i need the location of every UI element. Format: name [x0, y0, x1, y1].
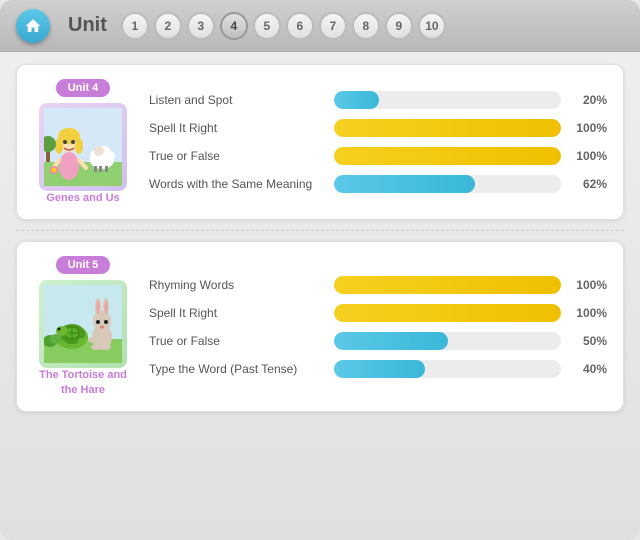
- unit-tab-7[interactable]: 7: [319, 12, 347, 40]
- app-container: Unit 1 2 3 4 5 6 7 8 9 10 Unit 4: [0, 0, 640, 540]
- unit-label: Unit: [68, 14, 107, 37]
- activity-label: Listen and Spot: [149, 93, 324, 107]
- unit-tab-6[interactable]: 6: [286, 12, 314, 40]
- progress-bar-container: [334, 304, 561, 322]
- unit-tab-2[interactable]: 2: [154, 12, 182, 40]
- header: Unit 1 2 3 4 5 6 7 8 9 10: [0, 0, 640, 52]
- home-icon: [24, 17, 42, 35]
- unit4-progress-list: Listen and Spot 20% Spell It Right 100%: [149, 79, 607, 205]
- activity-label: True or False: [149, 149, 324, 163]
- progress-row: Rhyming Words 100%: [149, 276, 607, 294]
- progress-percent: 62%: [571, 177, 607, 191]
- unit5-badge: Unit 5: [56, 256, 111, 274]
- progress-bar: [334, 332, 448, 350]
- activity-label: Spell It Right: [149, 121, 324, 135]
- unit-tab-8[interactable]: 8: [352, 12, 380, 40]
- progress-row: Spell It Right 100%: [149, 119, 607, 137]
- progress-row: Listen and Spot 20%: [149, 91, 607, 109]
- unit5-illustration: [44, 285, 122, 363]
- unit-tab-5[interactable]: 5: [253, 12, 281, 40]
- unit4-image: [39, 103, 127, 191]
- unit4-illustration: [44, 108, 122, 186]
- progress-percent: 100%: [571, 149, 607, 163]
- unit4-badge: Unit 4: [56, 79, 111, 97]
- progress-row: Words with the Same Meaning 62%: [149, 175, 607, 193]
- progress-bar: [334, 147, 561, 165]
- progress-bar: [334, 276, 561, 294]
- progress-row: True or False 50%: [149, 332, 607, 350]
- progress-percent: 100%: [571, 121, 607, 135]
- unit4-card: Unit 4: [16, 64, 624, 220]
- unit4-title: Genes and Us: [46, 191, 119, 205]
- progress-bar-container: [334, 91, 561, 109]
- unit5-info: Unit 5: [33, 256, 133, 397]
- unit5-title: The Tortoise and the Hare: [33, 368, 133, 397]
- activity-label: Rhyming Words: [149, 278, 324, 292]
- progress-bar-container: [334, 119, 561, 137]
- unit-tab-9[interactable]: 9: [385, 12, 413, 40]
- progress-bar: [334, 304, 561, 322]
- progress-bar-container: [334, 360, 561, 378]
- progress-row: True or False 100%: [149, 147, 607, 165]
- unit5-card: Unit 5: [16, 241, 624, 412]
- progress-percent: 50%: [571, 334, 607, 348]
- progress-bar-container: [334, 175, 561, 193]
- progress-percent: 100%: [571, 306, 607, 320]
- unit5-image: [39, 280, 127, 368]
- unit-tab-10[interactable]: 10: [418, 12, 446, 40]
- progress-row: Spell It Right 100%: [149, 304, 607, 322]
- progress-bar: [334, 175, 475, 193]
- unit5-progress-list: Rhyming Words 100% Spell It Right 100%: [149, 256, 607, 397]
- progress-percent: 40%: [571, 362, 607, 376]
- progress-bar: [334, 119, 561, 137]
- progress-bar-container: [334, 147, 561, 165]
- unit-tab-4[interactable]: 4: [220, 12, 248, 40]
- unit4-info: Unit 4: [33, 79, 133, 205]
- progress-percent: 20%: [571, 93, 607, 107]
- activity-label: True or False: [149, 334, 324, 348]
- progress-percent: 100%: [571, 278, 607, 292]
- unit-tab-3[interactable]: 3: [187, 12, 215, 40]
- progress-bar-container: [334, 276, 561, 294]
- activity-label: Spell It Right: [149, 306, 324, 320]
- progress-bar-container: [334, 332, 561, 350]
- activity-label: Words with the Same Meaning: [149, 177, 324, 191]
- content-area: Unit 4: [0, 52, 640, 424]
- activity-label: Type the Word (Past Tense): [149, 362, 324, 376]
- section-divider: [16, 230, 624, 231]
- unit-tab-1[interactable]: 1: [121, 12, 149, 40]
- progress-bar: [334, 91, 379, 109]
- progress-bar: [334, 360, 425, 378]
- home-button[interactable]: [16, 9, 50, 43]
- unit-tabs: 1 2 3 4 5 6 7 8 9 10: [121, 12, 446, 40]
- progress-row: Type the Word (Past Tense) 40%: [149, 360, 607, 378]
